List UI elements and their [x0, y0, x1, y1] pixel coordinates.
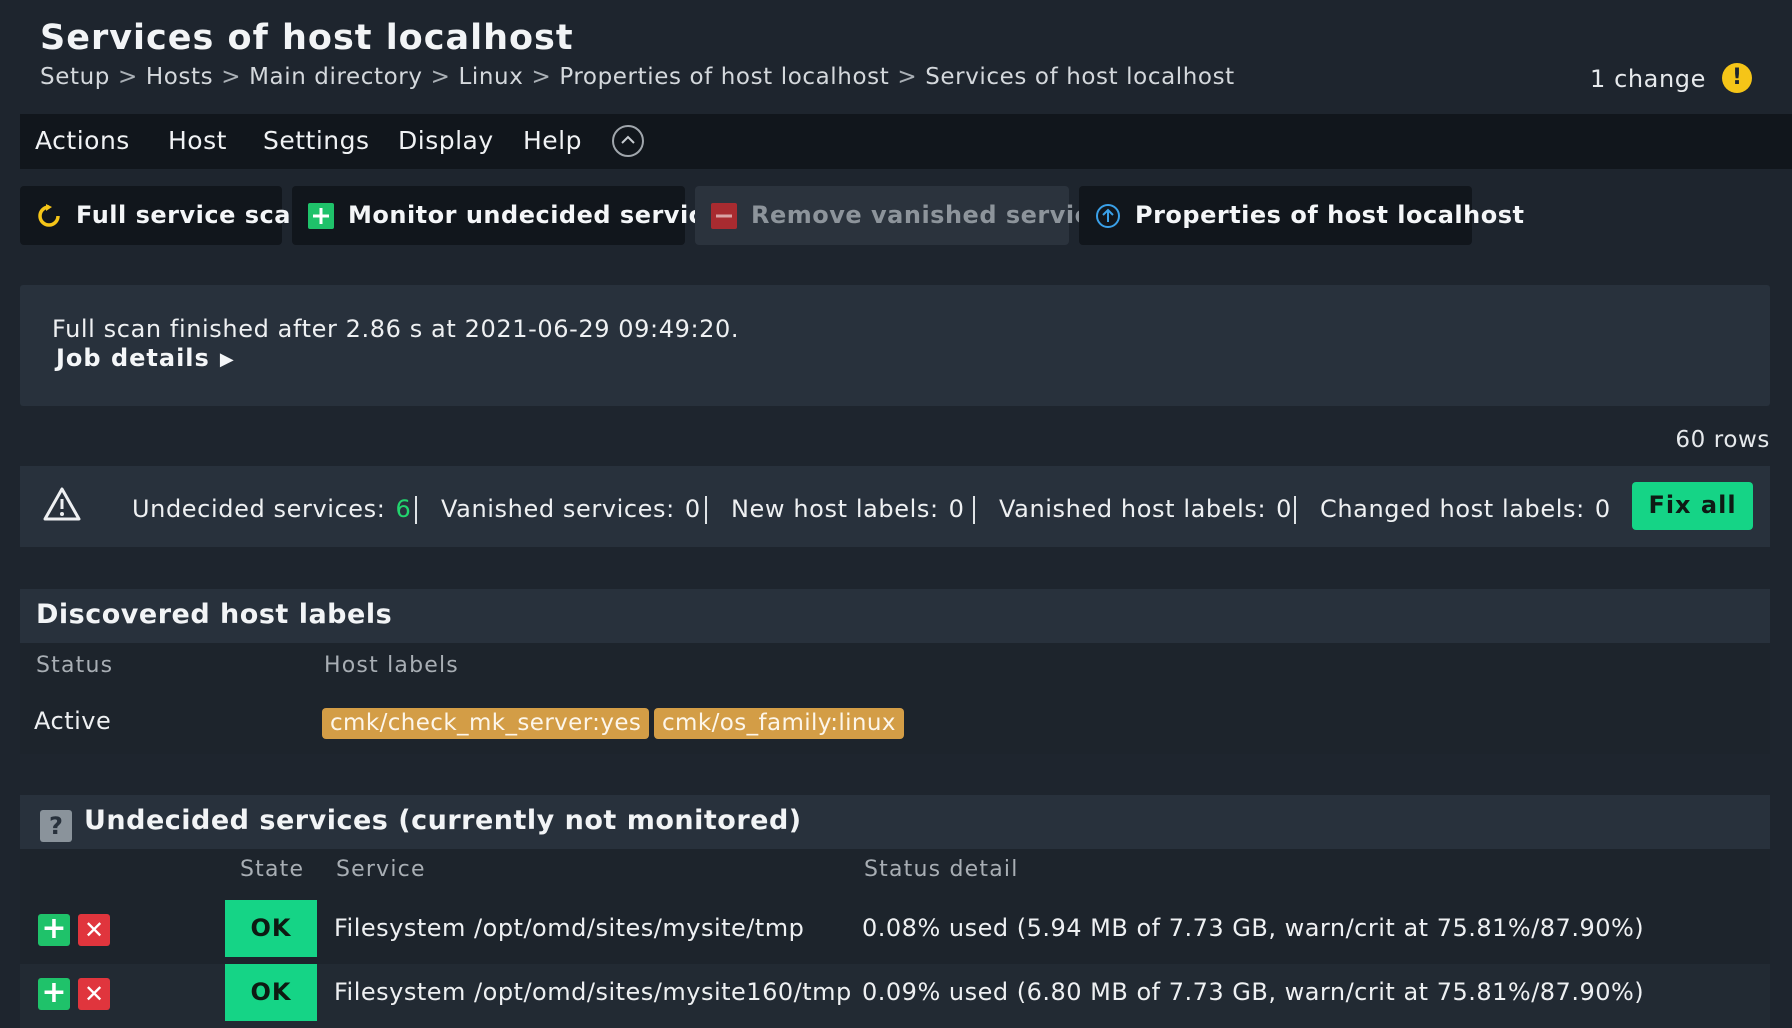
monitor-undecided-button[interactable]: Monitor undecided services — [292, 186, 734, 245]
monitor-service-plus-icon[interactable]: + — [38, 978, 70, 1010]
divider — [415, 496, 417, 524]
vanished-services-label: Vanished services: — [441, 495, 675, 523]
host-label-chip[interactable]: cmk/check_mk_server:yes — [322, 708, 650, 739]
menu-display[interactable]: Display — [398, 126, 494, 155]
page-header: Services of host localhost Setup > Hosts > M… — [0, 0, 1792, 114]
vanished-host-labels-count: Vanished host labels: 0 — [999, 495, 1292, 523]
column-header-service: Service — [336, 857, 426, 882]
breadcrumb-linux[interactable]: Linux — [458, 64, 523, 90]
host-label-status: Active — [34, 707, 112, 735]
undecided-services-table: ? Undecided services (currently not moni… — [20, 795, 1770, 1028]
column-header-host-labels: Host labels — [324, 653, 459, 678]
divider — [1294, 496, 1296, 524]
host-labels-table: Discovered host labels Status Host label… — [20, 589, 1770, 754]
changed-host-labels-label: Changed host labels: — [1320, 495, 1585, 523]
monitor-service-plus-icon[interactable]: + — [38, 914, 70, 946]
breadcrumb-separator: > — [531, 64, 552, 90]
add-icon — [308, 203, 334, 229]
host-labels-title: Discovered host labels — [36, 599, 393, 630]
new-host-labels-label: New host labels: — [731, 495, 939, 523]
warning-triangle-icon — [43, 487, 81, 521]
divider — [705, 496, 707, 524]
disable-service-x-icon[interactable]: ✕ — [78, 914, 110, 946]
breadcrumb-hosts[interactable]: Hosts — [146, 64, 213, 90]
collapse-menu-icon[interactable] — [612, 125, 644, 157]
host-label-chip[interactable]: cmk/os_family:linux — [654, 708, 904, 739]
new-host-labels-count: New host labels: 0 — [731, 495, 965, 523]
divider — [973, 496, 975, 524]
refresh-icon — [38, 204, 60, 227]
question-icon: ? — [40, 810, 72, 842]
state-badge: OK — [225, 964, 317, 1021]
scan-result-message: Full scan finished after 2.86 s at 2021-… — [52, 315, 740, 343]
breadcrumb-separator: > — [117, 64, 138, 90]
menu-settings[interactable]: Settings — [263, 126, 370, 155]
host-properties-label: Properties of host localhost — [1135, 201, 1525, 229]
vanished-services-value: 0 — [684, 495, 701, 523]
breadcrumb-separator: > — [430, 64, 451, 90]
host-labels-header: Discovered host labels — [20, 589, 1770, 643]
table-row: + ✕ OK Filesystem /opt/omd/sites/mysite/… — [20, 900, 1770, 964]
state-badge: OK — [225, 900, 317, 957]
changed-host-labels-count: Changed host labels: 0 — [1320, 495, 1611, 523]
menu-bar: Actions Host Settings Display Help — [20, 114, 1792, 169]
monitor-undecided-label: Monitor undecided services — [348, 201, 735, 229]
column-header-status: Status — [36, 653, 114, 678]
undecided-services-header: ? Undecided services (currently not moni… — [20, 795, 1770, 849]
menu-actions[interactable]: Actions — [35, 126, 130, 155]
disable-service-x-icon[interactable]: ✕ — [78, 978, 110, 1010]
service-name: Filesystem /opt/omd/sites/mysite/tmp — [334, 914, 805, 942]
breadcrumb: Setup > Hosts > Main directory > Linux > Propert… — [40, 64, 1235, 90]
remove-vanished-button[interactable]: Remove vanished services — [695, 186, 1120, 245]
breadcrumb-setup[interactable]: Setup — [40, 64, 110, 90]
breadcrumb-separator: > — [897, 64, 918, 90]
changed-host-labels-value: 0 — [1594, 495, 1611, 523]
menu-host[interactable]: Host — [168, 126, 227, 155]
vanished-host-labels-value: 0 — [1276, 495, 1293, 523]
remove-icon — [711, 203, 737, 229]
undecided-services-value: 6 — [395, 495, 412, 523]
undecided-services-label: Undecided services: — [132, 495, 386, 523]
breadcrumb-properties[interactable]: Properties of host localhost — [559, 64, 889, 90]
up-arrow-circle-icon — [1096, 204, 1120, 228]
column-header-status-detail: Status detail — [864, 857, 1019, 882]
vanished-services-count: Vanished services: 0 — [441, 495, 701, 523]
row-count: 60 rows — [1675, 427, 1770, 453]
undecided-services-count[interactable]: Undecided services: 6 — [132, 495, 411, 523]
discovery-summary: Undecided services: 6 Vanished services: 0… — [20, 466, 1770, 547]
breadcrumb-current: Services of host localhost — [925, 64, 1235, 90]
remove-vanished-label: Remove vanished services — [751, 201, 1121, 229]
pending-changes-link[interactable]: 1 change — [1590, 65, 1706, 93]
job-details-toggle[interactable]: Job details ▶ — [56, 344, 235, 372]
status-detail: 0.09% used (6.80 MB of 7.73 GB, warn/cri… — [862, 978, 1645, 1006]
warning-badge-icon[interactable]: ! — [1722, 63, 1752, 93]
column-header-state: State — [240, 857, 305, 882]
triangle-right-icon: ▶ — [219, 349, 235, 370]
fix-all-button[interactable]: Fix all — [1632, 482, 1753, 530]
new-host-labels-value: 0 — [948, 495, 965, 523]
vanished-host-labels-label: Vanished host labels: — [999, 495, 1267, 523]
service-name: Filesystem /opt/omd/sites/mysite160/tmp — [334, 978, 852, 1006]
table-row: + ✕ OK Filesystem /opt/omd/sites/mysite1… — [20, 964, 1770, 1028]
full-service-scan-label: Full service scan — [76, 201, 309, 229]
full-service-scan-button[interactable]: Full service scan — [20, 186, 308, 245]
breadcrumb-main-directory[interactable]: Main directory — [249, 64, 423, 90]
host-properties-button[interactable]: Properties of host localhost — [1079, 186, 1524, 245]
breadcrumb-separator: > — [221, 64, 242, 90]
undecided-services-title: Undecided services (currently not monito… — [84, 805, 802, 836]
menu-help[interactable]: Help — [523, 126, 582, 155]
scan-result-panel: Full scan finished after 2.86 s at 2021-… — [20, 285, 1770, 406]
page-title: Services of host localhost — [40, 18, 574, 58]
status-detail: 0.08% used (5.94 MB of 7.73 GB, warn/cri… — [862, 914, 1645, 942]
job-details-label: Job details — [56, 344, 210, 372]
